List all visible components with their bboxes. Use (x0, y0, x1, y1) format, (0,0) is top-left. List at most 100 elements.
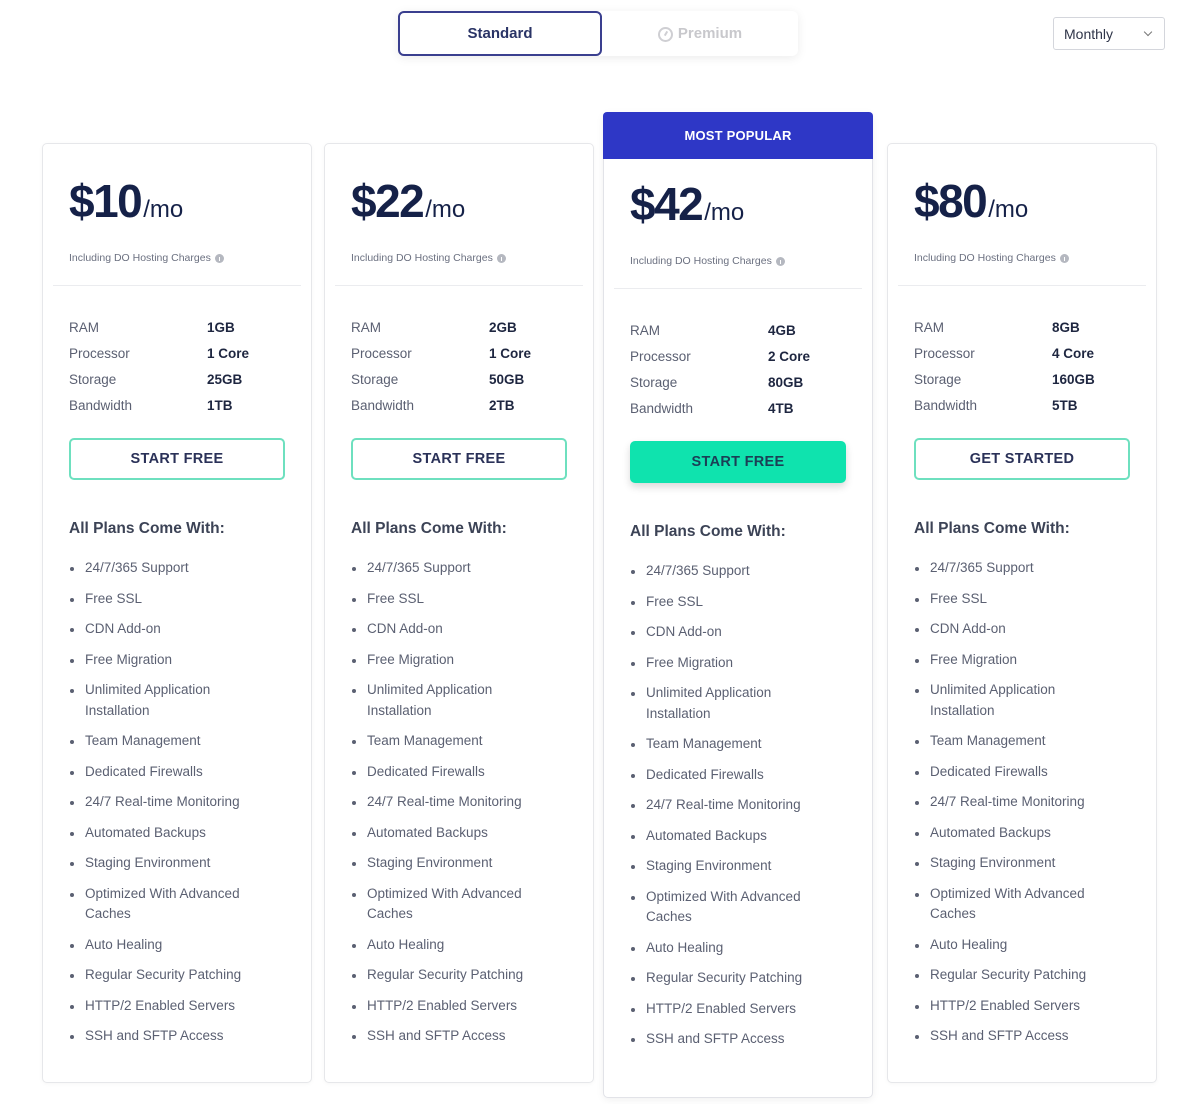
hosting-charges-note: Including DO Hosting Charges (630, 255, 846, 267)
feature-item: Regular Security Patching (69, 965, 259, 986)
info-icon[interactable] (1059, 253, 1069, 263)
spec-value: 80GB (768, 374, 804, 390)
spec-value: 2 Core (768, 348, 811, 364)
spec-label: Bandwidth (630, 400, 694, 416)
plan-type-toggle: Standard Premium (398, 11, 798, 56)
spec-row-bandwidth: Bandwidth 1TB (69, 392, 285, 418)
spec-value: 1GB (207, 319, 235, 335)
spec-value: 1TB (207, 397, 233, 413)
feature-item: Optimized With Advanced Caches (351, 884, 541, 925)
hosting-charges-note: Including DO Hosting Charges (69, 252, 285, 264)
price-period: /mo (988, 196, 1029, 223)
feature-item: 24/7 Real-time Monitoring (914, 792, 1104, 813)
spec-value: 1 Core (489, 345, 532, 361)
spec-label: Bandwidth (69, 397, 133, 413)
spec-row-bandwidth: Bandwidth 2TB (351, 392, 567, 418)
feature-item: Free Migration (630, 653, 820, 674)
feature-item: Free Migration (914, 650, 1104, 671)
feature-item: Auto Healing (914, 935, 1104, 956)
feature-item: Staging Environment (914, 853, 1104, 874)
feature-item: Auto Healing (630, 938, 820, 959)
most-popular-badge: MOST POPULAR (603, 112, 873, 159)
features-title: All Plans Come With: (914, 520, 1070, 537)
feature-item: Free Migration (351, 650, 541, 671)
spec-value: 4 Core (1052, 345, 1095, 361)
feature-item: CDN Add-on (630, 622, 820, 643)
feature-item: 24/7 Real-time Monitoring (69, 792, 259, 813)
plan-specs: RAM 1GB Processor 1 Core Storage 25GB Ba… (69, 314, 285, 418)
feature-item: SSH and SFTP Access (351, 1026, 541, 1047)
plan-cta-button[interactable]: GET STARTED (914, 438, 1130, 480)
info-icon[interactable] (775, 256, 785, 266)
spec-row-storage: Storage 50GB (351, 366, 567, 392)
feature-item: SSH and SFTP Access (69, 1026, 259, 1047)
spec-value: 2GB (489, 319, 517, 335)
plan-cta-button[interactable]: START FREE (351, 438, 567, 480)
spec-row-storage: Storage 160GB (914, 366, 1130, 392)
plan-price: $22 /mo (351, 174, 567, 230)
spec-value: 50GB (489, 371, 525, 387)
spec-label: Storage (630, 374, 678, 390)
spec-value: 8GB (1052, 319, 1080, 335)
speedometer-icon (657, 27, 673, 42)
info-icon[interactable] (214, 253, 224, 263)
feature-item: Automated Backups (351, 823, 541, 844)
hosting-charges-note: Including DO Hosting Charges (351, 252, 567, 264)
feature-item: Free SSL (630, 592, 820, 613)
feature-item: Dedicated Firewalls (630, 765, 820, 786)
feature-item: Team Management (630, 734, 820, 755)
spec-row-bandwidth: Bandwidth 5TB (914, 392, 1130, 418)
feature-item: Staging Environment (630, 856, 820, 877)
plan-price: $10 /mo (69, 174, 285, 230)
spec-value: 1 Core (207, 345, 250, 361)
price-period: /mo (425, 196, 466, 223)
hosting-charges-text: Including DO Hosting Charges (914, 252, 1056, 264)
spec-row-ram: RAM 1GB (69, 314, 285, 340)
spec-row-processor: Processor 4 Core (914, 340, 1130, 366)
info-icon[interactable] (496, 253, 506, 263)
hosting-charges-text: Including DO Hosting Charges (630, 255, 772, 267)
price-amount: $22 (351, 175, 425, 227)
feature-item: 24/7 Real-time Monitoring (630, 795, 820, 816)
spec-label: Processor (351, 345, 412, 361)
billing-period-select[interactable]: Monthly (1053, 17, 1165, 50)
hosting-charges-text: Including DO Hosting Charges (69, 252, 211, 264)
feature-item: Dedicated Firewalls (69, 762, 259, 783)
features-list: 24/7/365 Support Free SSL CDN Add-on Free M… (351, 558, 567, 1047)
feature-item: Optimized With Advanced Caches (69, 884, 259, 925)
premium-tab[interactable]: Premium (602, 11, 798, 56)
feature-item: Optimized With Advanced Caches (630, 887, 820, 928)
feature-item: Optimized With Advanced Caches (914, 884, 1104, 925)
card-divider (898, 285, 1146, 286)
card-divider (614, 288, 862, 289)
features-list: 24/7/365 Support Free SSL CDN Add-on Free M… (69, 558, 285, 1047)
spec-value: 2TB (489, 397, 515, 413)
spec-row-storage: Storage 80GB (630, 369, 846, 395)
chevron-down-icon (1143, 27, 1153, 37)
feature-item: Staging Environment (351, 853, 541, 874)
spec-row-ram: RAM 8GB (914, 314, 1130, 340)
plan-cta-button[interactable]: START FREE (630, 441, 846, 483)
spec-label: Bandwidth (351, 397, 415, 413)
feature-item: Regular Security Patching (351, 965, 541, 986)
feature-item: CDN Add-on (351, 619, 541, 640)
spec-label: Storage (914, 371, 962, 387)
standard-tab[interactable]: Standard (398, 11, 602, 56)
spec-label: Processor (630, 348, 691, 364)
feature-item: Unlimited Application Installation (69, 680, 259, 721)
feature-item: 24/7 Real-time Monitoring (351, 792, 541, 813)
spec-label: Processor (914, 345, 975, 361)
spec-row-processor: Processor 1 Core (69, 340, 285, 366)
features-list: 24/7/365 Support Free SSL CDN Add-on Free M… (914, 558, 1130, 1047)
billing-period-value: Monthly (1064, 25, 1114, 42)
feature-item: HTTP/2 Enabled Servers (351, 996, 541, 1017)
spec-row-processor: Processor 2 Core (630, 343, 846, 369)
feature-item: Automated Backups (914, 823, 1104, 844)
features-title: All Plans Come With: (630, 523, 786, 540)
feature-item: CDN Add-on (914, 619, 1104, 640)
feature-item: Staging Environment (69, 853, 259, 874)
feature-item: HTTP/2 Enabled Servers (69, 996, 259, 1017)
feature-item: SSH and SFTP Access (914, 1026, 1104, 1047)
plan-cta-button[interactable]: START FREE (69, 438, 285, 480)
spec-value: 25GB (207, 371, 243, 387)
